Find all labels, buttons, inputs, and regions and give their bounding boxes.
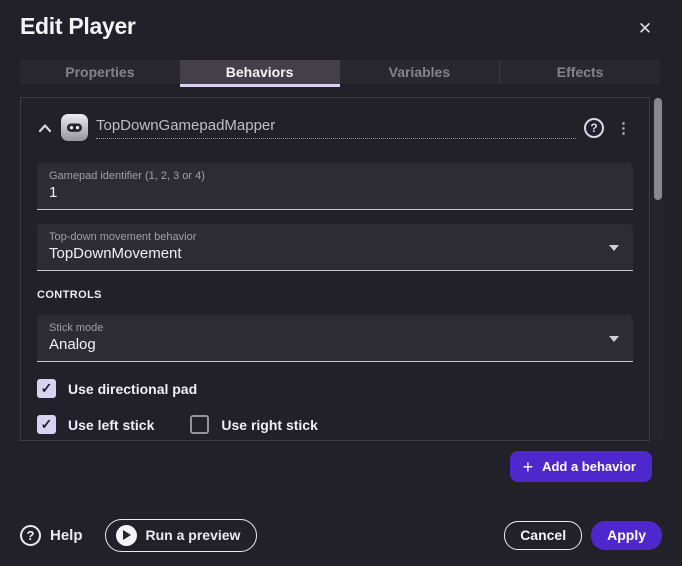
tab-properties[interactable]: Properties (20, 60, 180, 84)
checkbox-unchecked-icon[interactable] (190, 415, 209, 434)
run-preview-label: Run a preview (146, 527, 241, 543)
stick-mode-value: Analog (49, 336, 621, 353)
behavior-help-icon[interactable]: ? (584, 118, 604, 138)
behavior-header: TopDownGamepadMapper ? ⋮ (37, 114, 635, 141)
gamepad-icon (61, 114, 88, 141)
gamepad-identifier-value[interactable]: 1 (49, 184, 621, 201)
scrollbar-thumb[interactable] (654, 98, 662, 200)
help-label: Help (50, 527, 83, 544)
checkbox-row-1: ✓ Use directional pad (37, 379, 633, 398)
cancel-button[interactable]: Cancel (504, 521, 582, 550)
panel-scrollbar[interactable] (653, 97, 663, 441)
use-directional-pad-checkbox[interactable]: ✓ Use directional pad (37, 379, 197, 398)
help-icon: ? (20, 525, 41, 546)
add-behavior-label: Add a behavior (542, 459, 636, 474)
plus-icon: + (523, 458, 534, 476)
gamepad-identifier-label: Gamepad identifier (1, 2, 3 or 4) (49, 170, 621, 182)
movement-behavior-label: Top-down movement behavior (49, 231, 621, 243)
add-behavior-row: + Add a behavior (510, 451, 652, 482)
checkbox-checked-icon[interactable]: ✓ (37, 415, 56, 434)
tab-variables[interactable]: Variables (340, 60, 500, 84)
close-icon[interactable]: ✕ (634, 18, 656, 40)
chevron-down-icon (609, 245, 619, 251)
behaviors-panel: TopDownGamepadMapper ? ⋮ Gamepad identif… (20, 97, 650, 441)
help-button[interactable]: ? Help (20, 525, 83, 546)
checkbox-label: Use left stick (68, 417, 154, 433)
run-preview-button[interactable]: Run a preview (105, 519, 258, 552)
controls-section-title: CONTROLS (37, 289, 633, 301)
add-behavior-button[interactable]: + Add a behavior (510, 451, 652, 482)
checkbox-checked-icon[interactable]: ✓ (37, 379, 56, 398)
stick-mode-label: Stick mode (49, 322, 621, 334)
checkbox-row-2: ✓ Use left stick Use right stick (37, 415, 633, 434)
tab-effects[interactable]: Effects (499, 60, 660, 84)
behavior-name-field[interactable]: TopDownGamepadMapper (96, 117, 576, 139)
use-right-stick-checkbox[interactable]: Use right stick (190, 415, 317, 434)
play-icon (116, 525, 137, 546)
page-title: Edit Player (20, 13, 136, 40)
stick-mode-select[interactable]: Stick mode Analog (37, 315, 633, 362)
dialog-footer: ? Help Run a preview Cancel Apply (20, 518, 662, 552)
tab-behaviors[interactable]: Behaviors (180, 60, 340, 84)
movement-behavior-value: TopDownMovement (49, 245, 621, 262)
chevron-down-icon (609, 336, 619, 342)
checkbox-label: Use right stick (221, 417, 317, 433)
checkbox-label: Use directional pad (68, 381, 197, 397)
tab-bar: Properties Behaviors Variables Effects (20, 60, 660, 84)
apply-button[interactable]: Apply (591, 521, 662, 550)
use-left-stick-checkbox[interactable]: ✓ Use left stick (37, 415, 154, 434)
dialog-header: Edit Player ✕ (0, 0, 682, 60)
gamepad-identifier-field[interactable]: Gamepad identifier (1, 2, 3 or 4) 1 (37, 163, 633, 210)
edit-player-dialog: Edit Player ✕ Properties Behaviors Varia… (0, 0, 682, 566)
movement-behavior-select[interactable]: Top-down movement behavior TopDownMoveme… (37, 224, 633, 271)
collapse-chevron-up-icon[interactable] (37, 122, 53, 134)
behavior-menu-icon[interactable]: ⋮ (612, 119, 635, 137)
